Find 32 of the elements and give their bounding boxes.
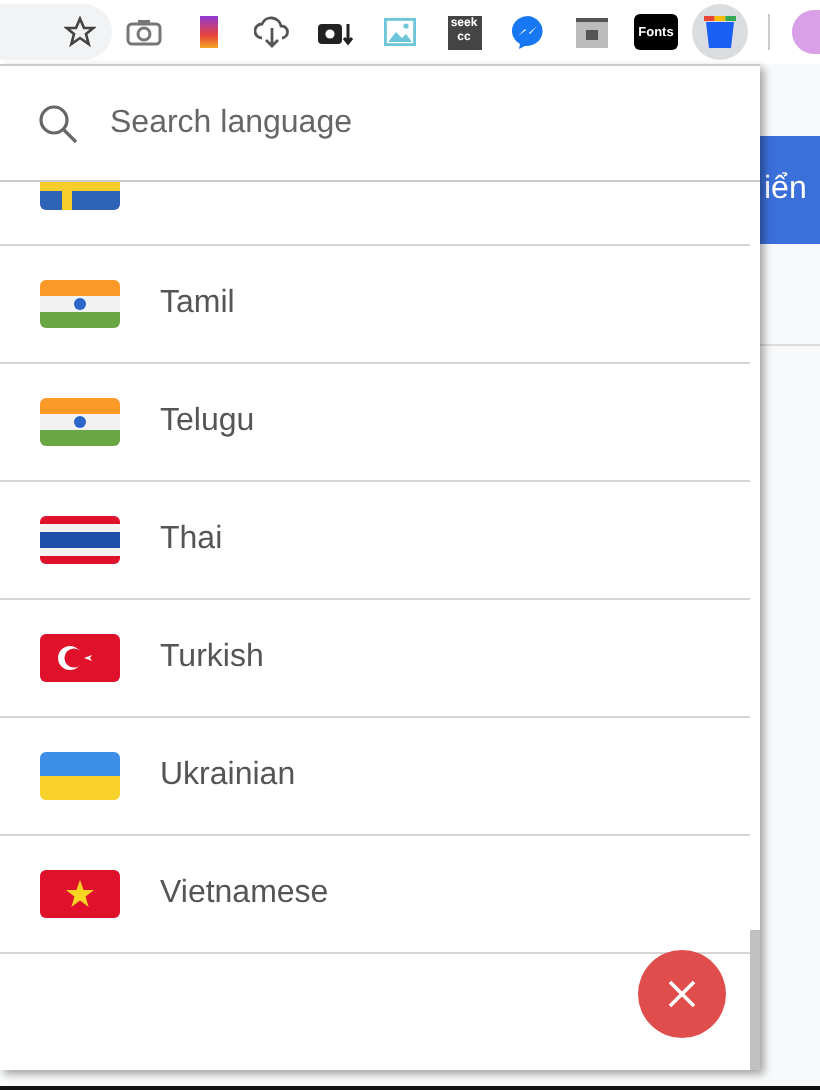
language-item[interactable]: Tamil [0,246,750,364]
flag-icon [40,516,120,564]
close-icon [668,980,696,1008]
language-name: Thai [160,522,223,558]
language-item[interactable]: Telugu [0,364,750,482]
flag-icon [40,752,120,800]
language-name: Tamil [160,286,235,322]
bucket-icon [704,16,736,48]
search-icon [38,103,78,143]
phone-icon[interactable] [199,16,217,48]
language-name: Turkish [160,640,264,676]
cloud-download-icon[interactable] [254,16,290,48]
language-item[interactable]: Turkish [0,600,750,718]
flag-icon [40,398,120,446]
messenger-icon[interactable] [510,14,546,50]
language-item[interactable]: Vietnamese [0,836,750,954]
page-button[interactable]: iển [760,136,820,244]
flag-icon [40,634,120,682]
extension-button[interactable] [692,4,748,60]
language-item[interactable]: Ukrainian [0,718,750,836]
language-item[interactable]: Thai [0,482,750,600]
close-button[interactable] [638,950,726,1038]
address-bar[interactable] [0,4,112,60]
star-icon[interactable] [64,16,96,48]
language-name: Ukrainian [160,758,296,794]
flag-icon [40,870,120,918]
language-name: Vietnamese [160,876,329,912]
language-name: Telugu [160,404,255,440]
flag-icon [40,280,120,328]
camera-icon[interactable] [318,18,354,46]
scrollbar-thumb[interactable] [750,930,760,1070]
folder-icon[interactable] [576,17,608,47]
